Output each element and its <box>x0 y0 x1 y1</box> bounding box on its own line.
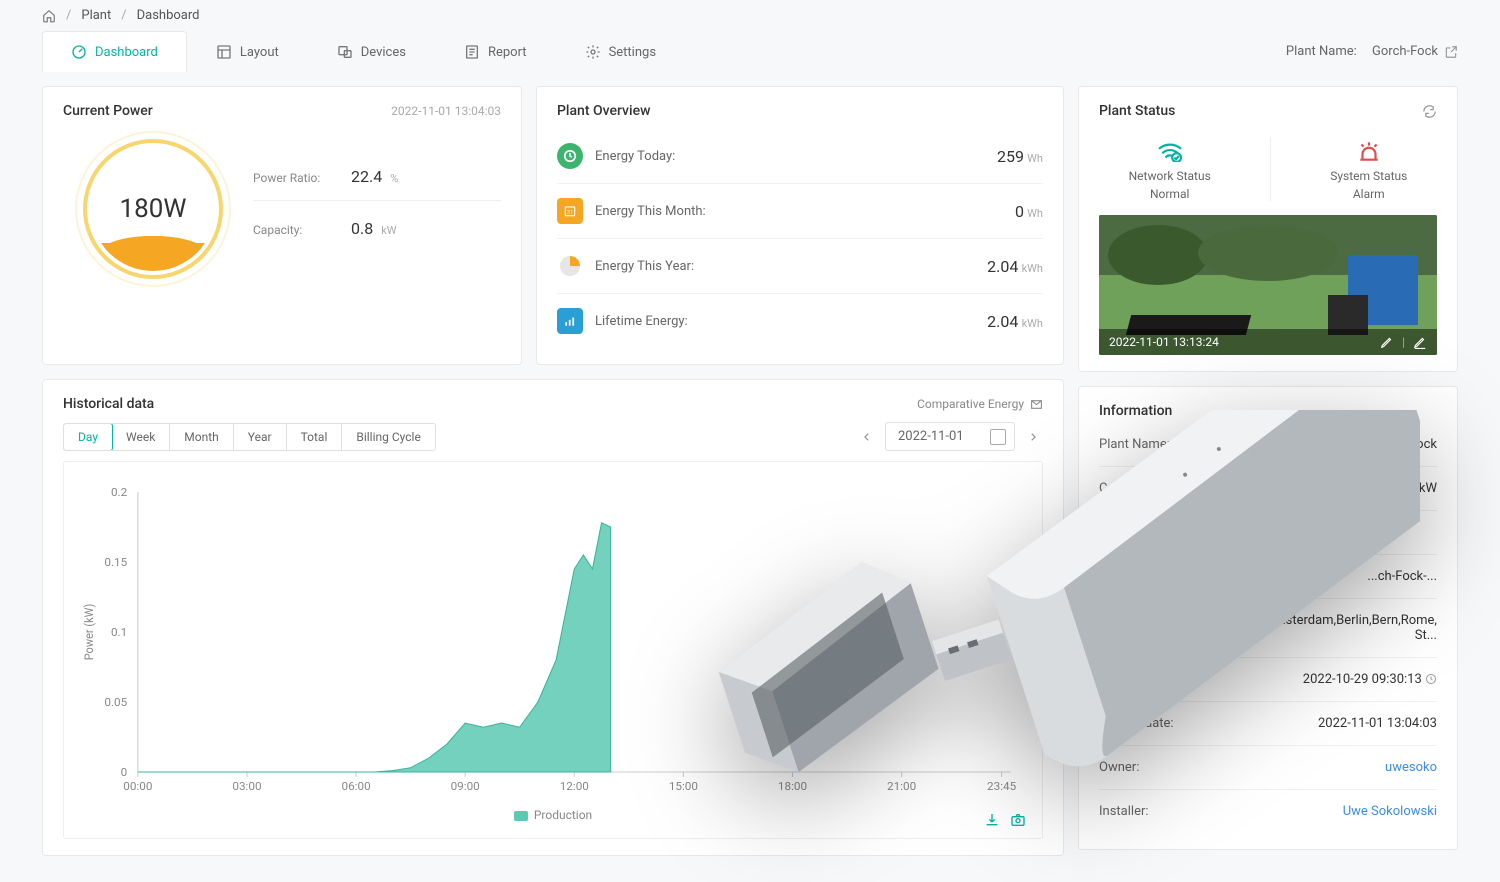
plant-overview-title: Plant Overview <box>557 103 650 119</box>
capacity-row: Capacity: 0.8 kW <box>253 219 501 252</box>
date-next[interactable] <box>1023 427 1043 447</box>
breadcrumb: / Plant / Dashboard <box>0 0 1500 31</box>
pencil-icon[interactable] <box>1380 335 1394 349</box>
svg-text:23:45: 23:45 <box>987 779 1016 793</box>
clock-icon <box>557 143 583 169</box>
info-timezone: ...:00) Amsterdam,Berlin,Bern,Rome,St... <box>1099 599 1437 658</box>
info-capacity: Capacity:0.8 kW <box>1099 467 1437 511</box>
gauge-icon <box>71 44 87 60</box>
comparative-energy-link[interactable]: Comparative Energy <box>917 397 1043 411</box>
svg-text:03:00: 03:00 <box>232 779 261 793</box>
current-power-title: Current Power <box>63 103 153 119</box>
calendar-icon: 31 <box>557 198 583 224</box>
date-picker[interactable]: 2022-11-01 <box>885 422 1015 451</box>
card-information: Information Plant Name:Gorch-Fock Capaci… <box>1078 386 1458 850</box>
plant-name-label: Plant Name: Gorch-Fock <box>1286 44 1458 59</box>
info-installer: Installer:Uwe Sokolowski <box>1099 790 1437 833</box>
tab-devices[interactable]: Devices <box>308 31 435 72</box>
card-current-power: Current Power 2022-11-01 13:04:03 180W P… <box>42 86 522 365</box>
production-chart: 0 0.05 0.1 0.15 0.2 Power (kW) 00:00 03:00 06:00… <box>74 472 1032 812</box>
range-month[interactable]: Month <box>170 424 233 450</box>
historical-title: Historical data <box>63 396 154 412</box>
svg-text:00:00: 00:00 <box>123 779 152 793</box>
tabs-row: Dashboard Layout Devices Report Settings… <box>0 31 1500 72</box>
range-total[interactable]: Total <box>287 424 343 450</box>
refresh-icon[interactable] <box>1422 104 1437 119</box>
range-day[interactable]: Day <box>63 423 113 451</box>
svg-text:18:00: 18:00 <box>778 779 807 793</box>
overview-row-month: 31 Energy This Month: 0 Wh <box>557 184 1043 239</box>
card-historical-data: Historical data Comparative Energy Day W… <box>42 379 1064 856</box>
information-title: Information <box>1099 403 1172 419</box>
photo-timestamp: 2022-11-01 13:13:24 <box>1109 335 1219 349</box>
tab-layout[interactable]: Layout <box>187 31 308 72</box>
alarm-icon <box>1355 137 1383 165</box>
svg-text:06:00: 06:00 <box>342 779 371 793</box>
power-gauge: 180W <box>83 139 223 279</box>
gear-icon <box>585 44 601 60</box>
overview-row-year: Energy This Year: 2.04 kWh <box>557 239 1043 294</box>
camera-icon[interactable] <box>1010 812 1026 828</box>
card-plant-overview: Plant Overview Energy Today: 259 Wh 31 E… <box>536 86 1064 365</box>
layout-icon <box>216 44 232 60</box>
home-icon[interactable] <box>42 9 56 23</box>
svg-text:31: 31 <box>567 210 574 216</box>
edit-underline-icon[interactable] <box>1413 335 1427 349</box>
info-owner: Owner:uwesoko <box>1099 746 1437 790</box>
info-address: ...ch-Fock-... <box>1099 555 1437 599</box>
tab-dashboard[interactable]: Dashboard <box>42 31 187 72</box>
info-data-update: Data Update:2022-11-01 13:04:03 <box>1099 702 1437 746</box>
svg-text:0.05: 0.05 <box>104 695 127 709</box>
pie-icon <box>557 253 583 279</box>
svg-text:15:00: 15:00 <box>669 779 698 793</box>
overview-row-today: Energy Today: 259 Wh <box>557 129 1043 184</box>
breadcrumb-dashboard[interactable]: Dashboard <box>137 8 200 23</box>
wifi-ok-icon <box>1156 137 1184 165</box>
power-ratio-row: Power Ratio: 22.4 % <box>253 167 501 201</box>
date-prev[interactable] <box>857 427 877 447</box>
svg-text:0: 0 <box>121 765 128 779</box>
tab-report[interactable]: Report <box>435 31 556 72</box>
devices-icon <box>337 44 353 60</box>
overview-row-lifetime: Lifetime Energy: 2.04 kWh <box>557 294 1043 348</box>
info-country: Country/Region: <box>1099 511 1437 555</box>
current-power-timestamp: 2022-11-01 13:04:03 <box>391 104 501 118</box>
svg-text:12:00: 12:00 <box>560 779 589 793</box>
plant-photo: 2022-11-01 13:13:24 | <box>1099 215 1437 355</box>
range-billing[interactable]: Billing Cycle <box>342 424 434 450</box>
range-week[interactable]: Week <box>112 424 170 450</box>
plant-status-title: Plant Status <box>1099 103 1175 119</box>
range-group: Day Week Month Year Total Billing Cycle <box>63 423 436 451</box>
range-year[interactable]: Year <box>234 424 287 450</box>
svg-text:0.15: 0.15 <box>104 555 127 569</box>
svg-text:0.2: 0.2 <box>111 485 127 499</box>
card-plant-status: Plant Status Network Status Normal Syste… <box>1078 86 1458 372</box>
info-plant-name: Plant Name:Gorch-Fock <box>1099 423 1437 467</box>
breadcrumb-plant[interactable]: Plant <box>81 8 111 23</box>
chart-legend: Production <box>74 808 1032 822</box>
svg-text:0.1: 0.1 <box>111 625 127 639</box>
network-status: Network Status Normal <box>1129 137 1211 201</box>
svg-text:21:00: 21:00 <box>887 779 916 793</box>
system-status: System Status Alarm <box>1330 137 1407 201</box>
info-created: 2022-10-29 09:30:13 <box>1099 658 1437 702</box>
bar-chart-icon <box>557 308 583 334</box>
report-icon <box>464 44 480 60</box>
tab-settings[interactable]: Settings <box>556 31 685 72</box>
svg-text:09:00: 09:00 <box>451 779 480 793</box>
download-chart-icon[interactable] <box>984 812 1000 828</box>
external-link-icon[interactable] <box>1444 45 1458 59</box>
svg-text:Power (kW): Power (kW) <box>82 604 96 661</box>
